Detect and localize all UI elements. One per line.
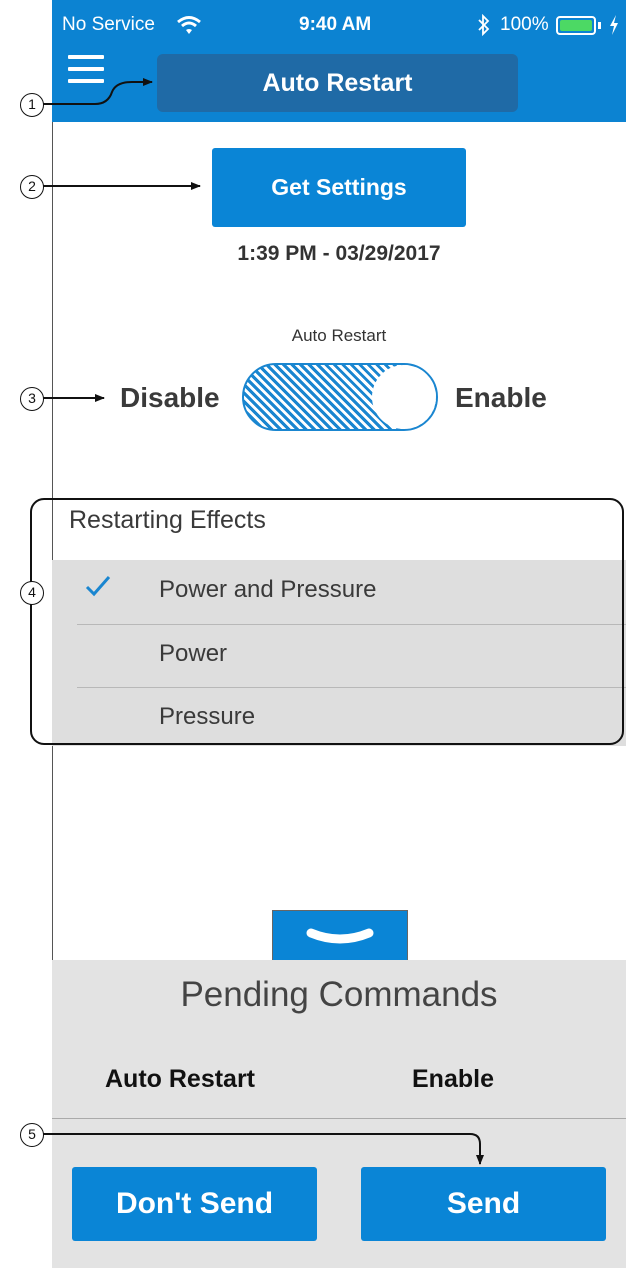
callout-3: 3 bbox=[20, 387, 44, 411]
callout-2: 2 bbox=[20, 175, 44, 199]
callout-4: 4 bbox=[20, 581, 44, 605]
callout-1: 1 bbox=[20, 93, 44, 117]
annotation-arrows bbox=[43, 78, 484, 1165]
callout-5: 5 bbox=[20, 1123, 44, 1147]
